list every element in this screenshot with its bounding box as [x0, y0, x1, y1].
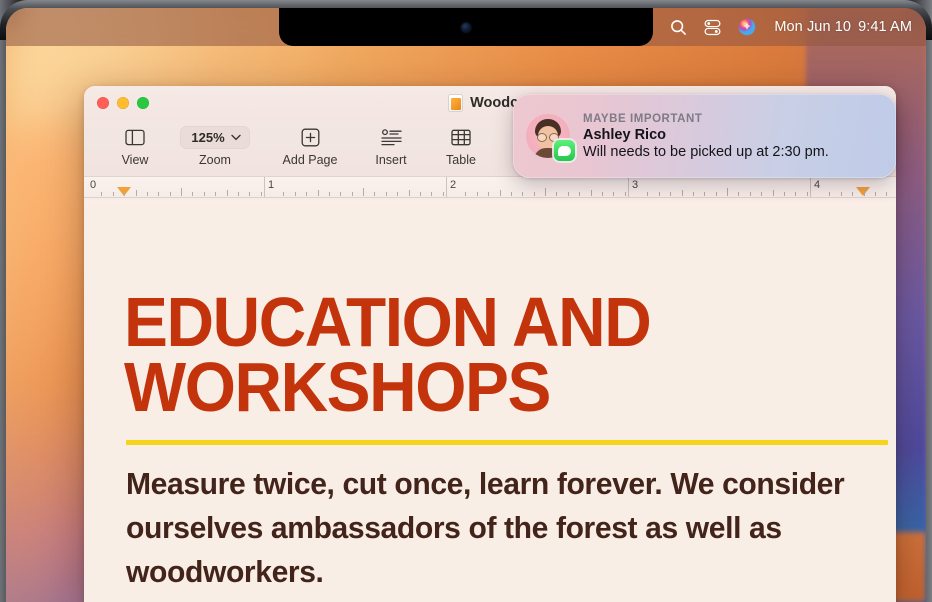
- table-label: Table: [446, 153, 476, 167]
- notification-banner[interactable]: MAYBE IMPORTANT Ashley Rico Will needs t…: [513, 94, 896, 178]
- insert-label: Insert: [375, 153, 407, 167]
- table-icon: [451, 124, 471, 150]
- menu-bar-clock[interactable]: Mon Jun 10 9:41 AM: [774, 19, 912, 35]
- document-body-text[interactable]: Measure twice, cut once, learn forever. …: [126, 462, 863, 594]
- add-page-icon: [301, 124, 320, 150]
- ruler-mark-0: 0: [90, 179, 97, 191]
- ruler-mark-4: 4: [814, 179, 821, 191]
- avatar: [526, 114, 575, 161]
- add-page-button[interactable]: Add Page: [274, 122, 346, 167]
- ruler-mark-2: 2: [450, 179, 457, 191]
- view-label: View: [121, 153, 149, 167]
- table-button[interactable]: Table: [432, 122, 490, 167]
- insert-button[interactable]: Insert: [362, 122, 420, 167]
- document-file-icon: [448, 94, 464, 112]
- screen: Mon Jun 10 9:41 AM Woodcra View 125% Zoo…: [6, 8, 926, 602]
- apple-intelligence-icon[interactable]: [738, 18, 756, 36]
- document-heading[interactable]: EDUCATION AND WORKSHOPS: [124, 287, 850, 422]
- laptop-bezel: Mon Jun 10 9:41 AM Woodcra View 125% Zoo…: [0, 0, 932, 602]
- search-icon[interactable]: [670, 19, 687, 36]
- document-page[interactable]: EDUCATION AND WORKSHOPS Measure twice, c…: [84, 206, 896, 602]
- menu-bar-date: Mon Jun 10: [774, 19, 852, 35]
- control-center-icon[interactable]: [704, 19, 721, 36]
- notification-message: Will needs to be picked up at 2:30 pm.: [583, 143, 829, 160]
- minimize-button[interactable]: [117, 97, 129, 109]
- document-canvas[interactable]: EDUCATION AND WORKSHOPS Measure twice, c…: [84, 200, 896, 602]
- view-button[interactable]: View: [106, 122, 164, 167]
- chevron-down-icon: [230, 134, 241, 140]
- menu-bar-time: 9:41 AM: [858, 19, 912, 35]
- zoom-value: 125%: [191, 129, 225, 145]
- notification-text-group: MAYBE IMPORTANT Ashley Rico Will needs t…: [583, 113, 829, 160]
- zoom-button[interactable]: [137, 97, 149, 109]
- notification-sender: Ashley Rico: [583, 126, 666, 143]
- zoom-control[interactable]: 125% Zoom: [174, 122, 256, 167]
- traffic-light-buttons: [84, 97, 149, 109]
- messages-app-badge-icon: [554, 140, 575, 161]
- zoom-label: Zoom: [199, 153, 231, 167]
- close-button[interactable]: [97, 97, 109, 109]
- display-notch: [279, 8, 653, 46]
- heading-divider-rule: [126, 440, 888, 446]
- notification-kicker: MAYBE IMPORTANT: [583, 112, 703, 125]
- insert-icon: [380, 124, 402, 150]
- add-page-label: Add Page: [282, 153, 338, 167]
- zoom-dropdown[interactable]: 125%: [180, 124, 250, 150]
- ruler[interactable]: 0 1 2 3 4: [84, 176, 896, 198]
- ruler-mark-1: 1: [268, 179, 275, 191]
- sidebar-icon: [125, 124, 145, 150]
- camera-icon: [461, 23, 471, 32]
- ruler-mark-3: 3: [632, 179, 639, 191]
